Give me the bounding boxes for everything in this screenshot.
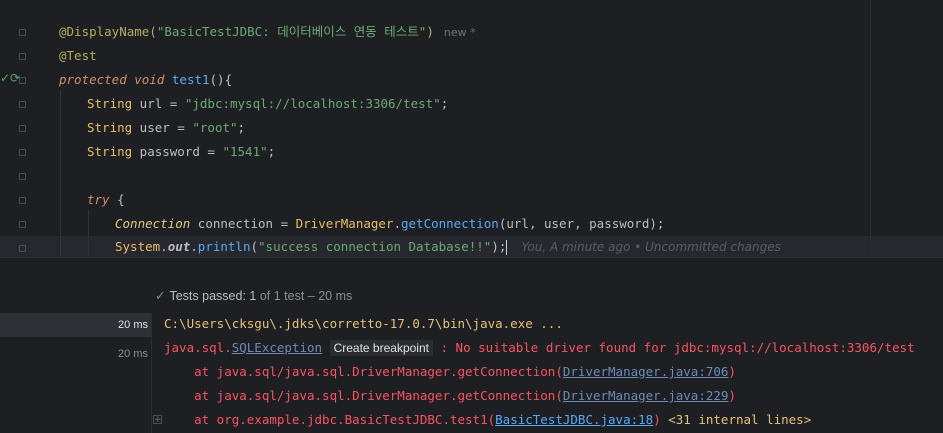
code-text: (url, user, password); [498, 216, 665, 231]
gutter-fold-marker[interactable] [19, 221, 26, 228]
expand-internal-lines-icon[interactable]: + [153, 415, 162, 425]
code-text: ; [267, 144, 276, 159]
keyword: try [87, 192, 110, 207]
method-call: getConnection [401, 216, 499, 231]
code-text: . [190, 239, 198, 254]
console-text: C:\Users\cksgu\.jdks\corretto-17.0.7\bin… [164, 316, 563, 331]
test-tree-row[interactable]: 20 ms [0, 342, 151, 366]
code-text: . [160, 239, 168, 254]
code-text: . [393, 216, 401, 231]
annotation: @DisplayName( [59, 24, 157, 39]
code-text: ; [440, 96, 449, 111]
console-text: at org.example.jdbc.BasicTestJDBC.test1( [164, 412, 496, 427]
method-call: println [197, 239, 251, 254]
source-link[interactable]: BasicTestJDBC.java:18 [495, 412, 653, 427]
right-margin-guide [870, 0, 871, 257]
code-text: { [109, 192, 125, 207]
exception-link[interactable]: SQLException [232, 340, 322, 355]
test-passed-check-icon[interactable]: ✓⟳ [0, 71, 20, 85]
gutter-fold-marker[interactable] [19, 173, 26, 180]
code-text: user = [132, 120, 193, 135]
gutter-fold-marker[interactable] [19, 29, 26, 36]
console-text: ) [653, 412, 661, 427]
code-text: ); [491, 239, 507, 254]
type: Connection [115, 216, 191, 231]
internal-lines-toggle[interactable]: <31 internal lines> [661, 412, 811, 427]
method-name: test1 [171, 72, 210, 87]
test-status-bar: ✓ Tests passed: 1 of 1 test – 20 ms [155, 288, 352, 304]
test-tree[interactable]: 20 ms 20 ms [0, 313, 152, 433]
source-link[interactable]: DriverManager.java:229 [563, 388, 729, 403]
console-line-stack[interactable]: at org.example.jdbc.BasicTestJDBC.test1(… [164, 408, 811, 432]
indent-guide [88, 210, 89, 257]
type: String [87, 120, 133, 135]
code-editor[interactable]: ✓⟳ @DisplayName("BasicTestJDBC: 데이터베이스 연… [0, 0, 943, 257]
code-text: connection = [190, 216, 296, 231]
class-name: System [115, 239, 161, 254]
code-line-5[interactable]: String user = "root"; [87, 116, 245, 140]
gutter-fold-marker[interactable] [19, 125, 26, 132]
gutter-fold-marker[interactable] [19, 245, 26, 252]
git-blame-hint: You, A minute ago • Uncommitted changes [521, 240, 781, 254]
gutter-fold-marker[interactable] [19, 101, 26, 108]
gutter-fold-marker[interactable] [19, 149, 26, 156]
code-text: ; [237, 120, 246, 135]
code-line-6[interactable]: String password = "1541"; [87, 140, 275, 164]
gutter-fold-marker[interactable] [19, 197, 26, 204]
code-text: ( [250, 239, 259, 254]
create-breakpoint-button[interactable]: Create breakpoint [329, 340, 433, 356]
annotation-close: ) [426, 24, 434, 39]
string-literal: "1541" [222, 144, 268, 159]
code-line-1[interactable]: @DisplayName("BasicTestJDBC: 데이터베이스 연동 테… [59, 20, 476, 44]
new-hint: new * [443, 26, 476, 39]
class-name: DriverManager [295, 216, 394, 231]
status-count: 1 [249, 289, 257, 303]
gutter-fold-marker[interactable] [19, 77, 26, 84]
type: String [87, 96, 133, 111]
console-text: ) [728, 388, 736, 403]
code-line-3[interactable]: protected void test1(){ [59, 68, 232, 92]
console-line-exception[interactable]: java.sql.SQLException Create breakpoint … [164, 336, 915, 360]
code-text: url = [132, 96, 185, 111]
string-literal: "BasicTestJDBC: 데이터베이스 연동 테스트" [156, 24, 427, 39]
console-text: ) [728, 364, 736, 379]
keyword: protected void [59, 72, 165, 87]
panel-divider[interactable] [0, 257, 943, 283]
code-line-8[interactable]: try { [87, 188, 125, 212]
code-text: (){ [209, 72, 233, 87]
tests-passed-icon: ✓ [155, 289, 166, 303]
console-line-command[interactable]: C:\Users\cksgu\.jdks\corretto-17.0.7\bin… [164, 312, 563, 336]
status-detail: of 1 test – 20 ms [259, 289, 353, 303]
code-line-4[interactable]: String url = "jdbc:mysql://localhost:330… [87, 92, 448, 116]
text-caret [506, 240, 508, 255]
string-literal: "jdbc:mysql://localhost:3306/test" [184, 96, 441, 111]
code-line-10[interactable]: System.out.println("success connection D… [115, 235, 781, 257]
gutter-fold-marker[interactable] [19, 53, 26, 60]
code-line-9[interactable]: Connection connection = DriverManager.ge… [115, 212, 664, 236]
console-text: : No suitable driver found for jdbc:mysq… [432, 340, 915, 355]
console-text: at java.sql/java.sql.DriverManager.getCo… [164, 388, 563, 403]
string-literal: "success connection Database!!" [258, 239, 492, 254]
console-line-stack[interactable]: at java.sql/java.sql.DriverManager.getCo… [164, 360, 736, 384]
string-literal: "root" [192, 120, 238, 135]
console-text: java.sql. [164, 340, 232, 355]
console-text: at java.sql/java.sql.DriverManager.getCo… [164, 364, 563, 379]
annotation: @Test [59, 48, 97, 63]
source-link[interactable]: DriverManager.java:706 [563, 364, 729, 379]
code-text: password = [132, 144, 223, 159]
indent-guide [60, 90, 61, 257]
code-line-2[interactable]: @Test [59, 44, 97, 68]
type: String [87, 144, 133, 159]
static-field: out [167, 239, 191, 254]
status-label: Tests passed: [169, 289, 246, 303]
console-line-stack[interactable]: at java.sql/java.sql.DriverManager.getCo… [164, 384, 736, 408]
test-tree-row[interactable]: 20 ms [0, 313, 151, 337]
